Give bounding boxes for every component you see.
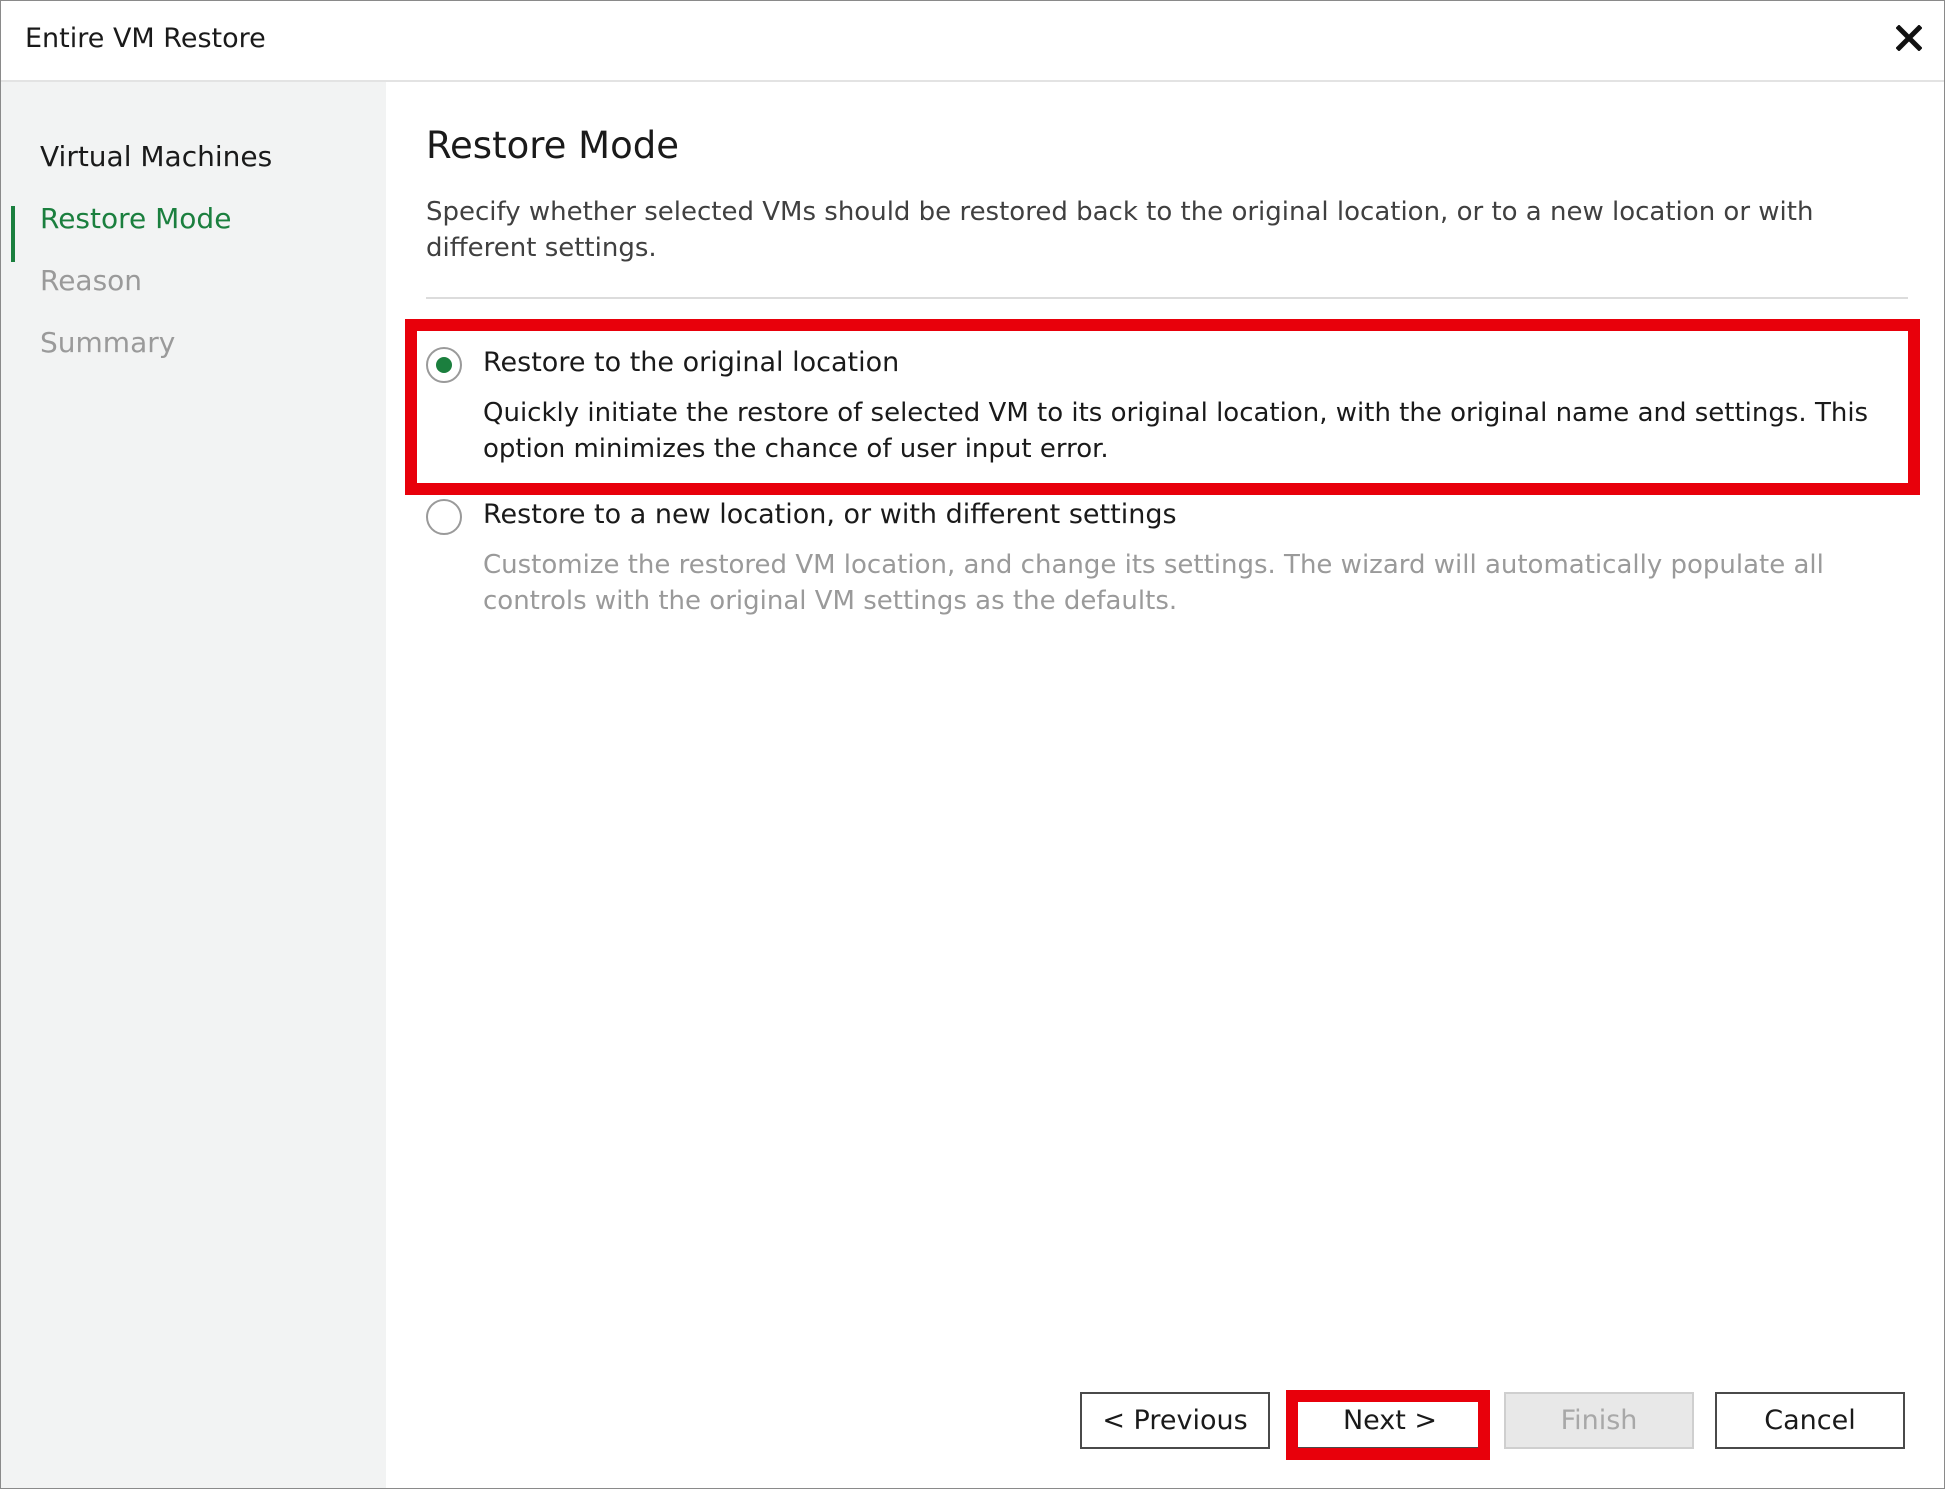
step-restore-mode[interactable]: Restore Mode <box>40 202 231 235</box>
option-description: Customize the restored VM location, and … <box>483 550 1824 616</box>
step-summary[interactable]: Summary <box>40 326 175 359</box>
close-icon <box>1896 25 1922 51</box>
window-title: Entire VM Restore <box>25 23 266 54</box>
step-reason[interactable]: Reason <box>40 264 142 297</box>
finish-button[interactable]: Finish <box>1504 1392 1694 1449</box>
title-bar: Entire VM Restore <box>1 1 1944 82</box>
next-button[interactable]: Next > <box>1295 1392 1485 1449</box>
step-virtual-machines[interactable]: Virtual Machines <box>40 140 272 173</box>
active-step-indicator <box>11 206 15 262</box>
wizard-content: Restore Mode Specify whether selected VM… <box>386 82 1944 1488</box>
radio-new-location[interactable] <box>426 499 462 535</box>
divider <box>426 297 1908 299</box>
wizard-window: Entire VM Restore Virtual Machines Resto… <box>0 0 1945 1489</box>
cancel-button[interactable]: Cancel <box>1715 1392 1905 1449</box>
page-title: Restore Mode <box>426 124 679 167</box>
option-label: Restore to the original location <box>483 347 900 378</box>
close-button[interactable] <box>1884 13 1934 63</box>
previous-button[interactable]: < Previous <box>1080 1392 1270 1449</box>
radio-selected-dot <box>436 357 452 373</box>
wizard-steps-sidebar: Virtual Machines Restore Mode Reason Sum… <box>1 82 386 1488</box>
radio-original-location[interactable] <box>426 347 462 383</box>
option-original-location[interactable]: Restore to the original location Quickly… <box>426 347 1906 464</box>
page-description: Specify whether selected VMs should be r… <box>426 197 1814 263</box>
option-new-location[interactable]: Restore to a new location, or with diffe… <box>426 499 1906 616</box>
option-label: Restore to a new location, or with diffe… <box>483 499 1177 530</box>
option-description: Quickly initiate the restore of selected… <box>483 398 1869 464</box>
